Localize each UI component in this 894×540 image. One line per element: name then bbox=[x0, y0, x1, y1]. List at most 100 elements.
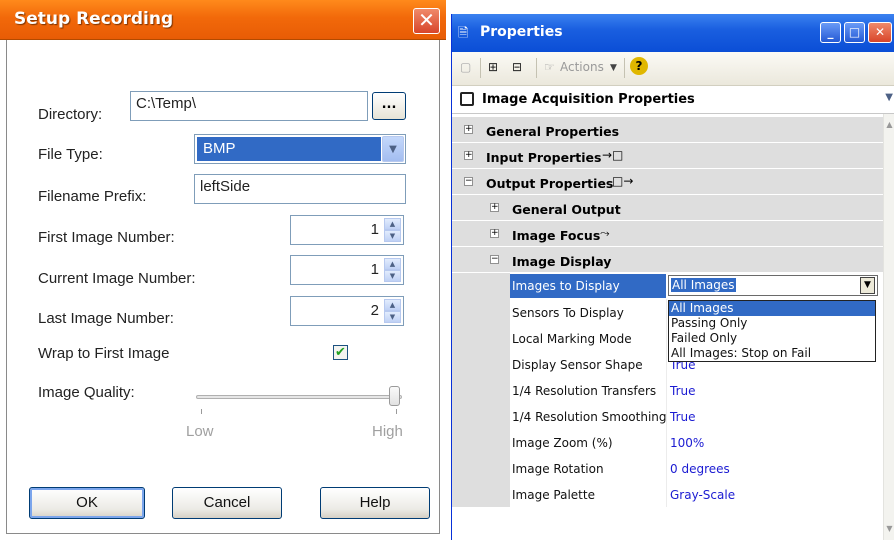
row-gutter bbox=[452, 429, 510, 455]
close-icon[interactable]: ✕ bbox=[413, 8, 440, 34]
category-general-output[interactable]: + General Output bbox=[452, 195, 883, 221]
spin-up-icon[interactable]: ▲ bbox=[384, 258, 401, 270]
last-number-stepper[interactable]: 2 ▲ ▼ bbox=[290, 296, 404, 326]
toolbar-separator bbox=[536, 58, 537, 78]
first-number-stepper[interactable]: 1 ▲ ▼ bbox=[290, 215, 404, 245]
expand-all-icon[interactable]: ⊞ bbox=[488, 60, 498, 74]
ok-button[interactable]: OK bbox=[29, 487, 145, 519]
close-icon[interactable]: ✕ bbox=[868, 22, 892, 43]
category-label: Output Properties bbox=[486, 176, 614, 191]
property-grid-scrollbar[interactable]: ▲ ▼ bbox=[883, 114, 894, 540]
property-value[interactable]: True bbox=[670, 384, 696, 398]
expand-icon[interactable]: + bbox=[464, 151, 473, 160]
collapse-icon[interactable]: − bbox=[464, 177, 473, 186]
quality-slider-track[interactable] bbox=[196, 395, 402, 399]
dialog-title: Setup Recording bbox=[14, 9, 174, 29]
column-divider bbox=[666, 351, 667, 377]
property-name: Image Zoom (%) bbox=[512, 436, 613, 450]
cancel-button[interactable]: Cancel bbox=[172, 487, 282, 519]
minimize-icon[interactable]: _ bbox=[820, 22, 841, 43]
spin-down-icon[interactable]: ▼ bbox=[384, 230, 401, 242]
category-label: General Properties bbox=[486, 124, 620, 139]
category-image-display[interactable]: − Image Display bbox=[452, 247, 883, 273]
expand-icon[interactable]: + bbox=[490, 229, 499, 238]
chevron-down-icon[interactable]: ▼ bbox=[382, 136, 404, 162]
properties-title: Properties bbox=[480, 24, 563, 40]
row-gutter bbox=[452, 403, 510, 429]
chevron-down-icon[interactable]: ▼ bbox=[860, 277, 875, 294]
row-gutter bbox=[452, 455, 510, 481]
dialog-titlebar[interactable]: Setup Recording ✕ bbox=[0, 0, 446, 40]
column-divider bbox=[666, 455, 667, 481]
expand-icon[interactable]: + bbox=[490, 203, 499, 212]
wrap-checkbox[interactable]: ✔ bbox=[333, 345, 348, 360]
current-number-stepper[interactable]: 1 ▲ ▼ bbox=[290, 255, 404, 285]
help-button[interactable]: Help bbox=[320, 487, 430, 519]
browse-button[interactable]: ... bbox=[372, 92, 406, 120]
file-type-select[interactable]: BMP ▼ bbox=[194, 134, 406, 164]
last-number-label: Last Image Number: bbox=[38, 310, 174, 327]
file-type-label: File Type: bbox=[38, 146, 103, 163]
property-value-select[interactable]: All Images ▼ bbox=[668, 275, 878, 296]
property-row[interactable]: Image Palette Gray-Scale bbox=[452, 481, 883, 507]
file-type-value: BMP bbox=[197, 137, 381, 161]
property-row[interactable]: Image Rotation 0 degrees bbox=[452, 455, 883, 481]
actions-button[interactable]: Actions bbox=[560, 60, 604, 74]
property-row[interactable]: Image Zoom (%) 100% bbox=[452, 429, 883, 455]
property-value[interactable]: 0 degrees bbox=[670, 462, 730, 476]
property-name: Image Palette bbox=[512, 488, 595, 502]
properties-window: 🗎 Properties _ □ ✕ ▢ ⊞ ⊟ ☞ Actions ▼ ? I… bbox=[451, 14, 894, 540]
help-icon[interactable]: ? bbox=[630, 57, 648, 75]
property-name[interactable]: Images to Display bbox=[510, 274, 666, 298]
property-row[interactable]: 1/4 Resolution Transfers True bbox=[452, 377, 883, 403]
object-selector[interactable]: Image Acquisition Properties ▼ bbox=[452, 86, 894, 114]
property-name: Image Rotation bbox=[512, 462, 604, 476]
dropdown-option[interactable]: All Images bbox=[669, 301, 875, 316]
pages-icon[interactable]: ▢ bbox=[460, 60, 471, 74]
property-value[interactable]: 100% bbox=[670, 436, 704, 450]
dropdown-option[interactable]: Failed Only bbox=[669, 331, 875, 346]
properties-titlebar[interactable]: 🗎 Properties _ □ ✕ bbox=[452, 14, 894, 52]
expand-icon[interactable]: + bbox=[464, 125, 473, 134]
maximize-icon[interactable]: □ bbox=[844, 22, 865, 43]
last-number-value: 2 bbox=[370, 302, 379, 319]
category-label: Image Display bbox=[512, 254, 612, 269]
collapse-all-icon[interactable]: ⊟ bbox=[512, 60, 522, 74]
spin-down-icon[interactable]: ▼ bbox=[384, 270, 401, 282]
scroll-up-icon[interactable]: ▲ bbox=[884, 120, 894, 132]
property-value[interactable]: True bbox=[670, 410, 696, 424]
check-icon: ✔ bbox=[335, 345, 346, 360]
spin-up-icon[interactable]: ▲ bbox=[384, 299, 401, 311]
spin-up-icon[interactable]: ▲ bbox=[384, 218, 401, 230]
row-gutter bbox=[452, 273, 510, 299]
directory-input[interactable]: C:\Temp\ bbox=[130, 91, 368, 121]
row-gutter bbox=[452, 325, 510, 351]
quality-slider-thumb[interactable] bbox=[389, 386, 400, 406]
property-row[interactable]: 1/4 Resolution Smoothing True bbox=[452, 403, 883, 429]
row-gutter bbox=[452, 299, 510, 325]
category-output-properties[interactable]: − Output Properties □→ bbox=[452, 169, 883, 195]
quality-label: Image Quality: bbox=[38, 384, 135, 401]
row-gutter bbox=[452, 377, 510, 403]
category-input-properties[interactable]: + Input Properties →□ bbox=[452, 143, 883, 169]
input-arrow-icon: →□ bbox=[602, 148, 624, 162]
category-general-properties[interactable]: + General Properties bbox=[452, 117, 883, 143]
directory-label: Directory: bbox=[38, 106, 103, 123]
property-value: All Images bbox=[671, 278, 736, 292]
spin-down-icon[interactable]: ▼ bbox=[384, 311, 401, 323]
camera-icon bbox=[460, 92, 474, 106]
property-row-images-to-display[interactable]: Images to Display All Images ▼ bbox=[452, 273, 883, 299]
property-value[interactable]: Gray-Scale bbox=[670, 488, 735, 502]
current-number-value: 1 bbox=[370, 261, 379, 278]
dropdown-option[interactable]: All Images: Stop on Fail bbox=[669, 346, 875, 361]
collapse-icon[interactable]: − bbox=[490, 255, 499, 264]
column-divider bbox=[666, 481, 667, 507]
prefix-input[interactable]: leftSide bbox=[194, 174, 406, 204]
chevron-down-icon[interactable]: ▼ bbox=[610, 63, 617, 73]
first-number-value: 1 bbox=[370, 221, 379, 238]
dropdown-option[interactable]: Passing Only bbox=[669, 316, 875, 331]
column-divider bbox=[666, 377, 667, 403]
scroll-down-icon[interactable]: ▼ bbox=[884, 524, 894, 536]
category-image-focus[interactable]: + Image Focus ⤳ bbox=[452, 221, 883, 247]
chevron-down-icon[interactable]: ▼ bbox=[885, 92, 893, 103]
